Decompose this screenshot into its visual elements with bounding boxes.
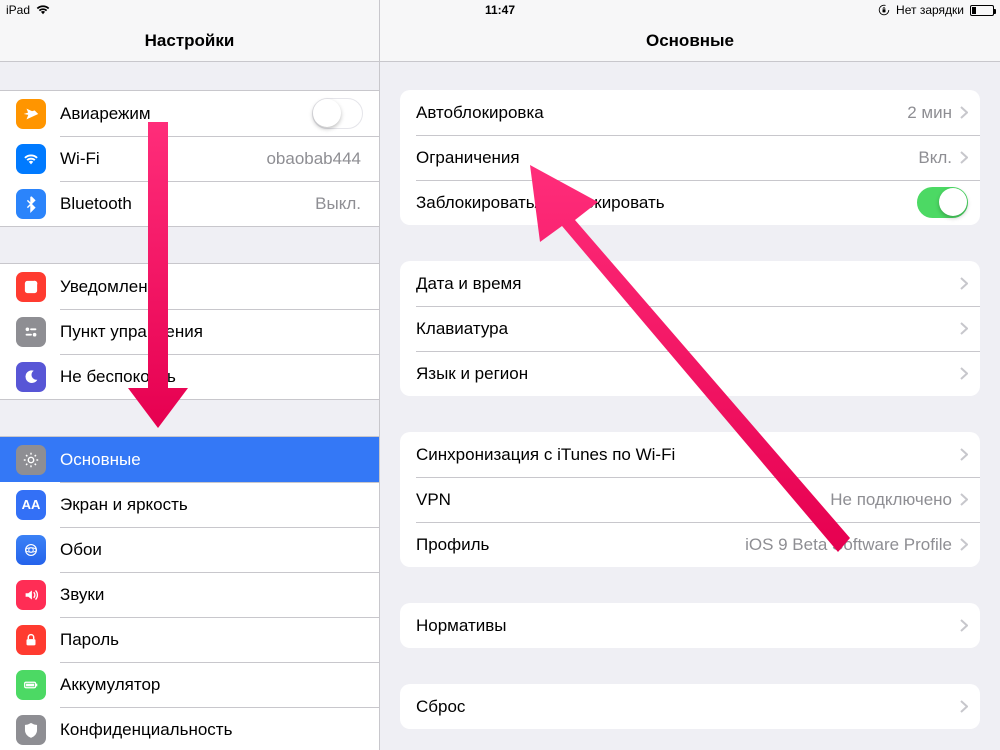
detail-title: Основные [646,31,734,51]
control-center-icon [16,317,46,347]
rotation-lock-icon [878,4,890,16]
row-label: Нормативы [416,616,960,636]
row-reset[interactable]: Сброс [400,684,980,729]
status-bar: iPad 11:47 Нет зарядки [0,0,1000,20]
row-autolock[interactable]: Автоблокировка 2 мин [400,90,980,135]
sidebar-item-passcode[interactable]: Пароль [0,617,379,662]
row-label: Дата и время [416,274,960,294]
row-lock-unlock[interactable]: Заблокировать/разблокировать [400,180,980,225]
chevron-right-icon [960,493,968,506]
dnd-icon [16,362,46,392]
row-label: Ограничения [416,148,918,168]
sidebar-item-label: Уведомления [60,277,363,297]
sidebar-item-dnd[interactable]: Не беспокоить [0,354,379,399]
charging-label: Нет зарядки [896,3,964,17]
wifi-value: obaobab444 [266,149,361,169]
bluetooth-icon [16,189,46,219]
sidebar-item-label: Авиарежим [60,104,298,124]
row-value: Вкл. [918,148,952,168]
wallpaper-icon [16,535,46,565]
display-icon: AA [16,490,46,520]
bluetooth-value: Выкл. [315,194,361,214]
battery-icon [970,5,994,16]
row-restrictions[interactable]: Ограничения Вкл. [400,135,980,180]
row-label: Автоблокировка [416,103,907,123]
sidebar-item-display[interactable]: AA Экран и яркость [0,482,379,527]
sidebar-item-label: Аккумулятор [60,675,363,695]
row-label: Сброс [416,697,960,717]
sidebar-title: Настройки [145,31,235,51]
row-value: Не подключено [830,490,952,510]
sidebar-item-label: Основные [60,450,363,470]
chevron-right-icon [960,367,968,380]
detail-panel: Основные Автоблокировка 2 мин Ограничени… [380,0,1000,750]
airplane-toggle[interactable] [312,98,363,129]
row-label: Профиль [416,535,745,555]
sidebar-item-wallpaper[interactable]: Обои [0,527,379,572]
chevron-right-icon [960,448,968,461]
sidebar-item-control-center[interactable]: Пункт управления [0,309,379,354]
sidebar-item-label: Обои [60,540,363,560]
sidebar-item-label: Bluetooth [60,194,301,214]
sidebar-item-battery[interactable]: Аккумулятор [0,662,379,707]
wifi-icon [36,5,50,15]
chevron-right-icon [960,106,968,119]
battery-settings-icon [16,670,46,700]
chevron-right-icon [960,538,968,551]
row-vpn[interactable]: VPN Не подключено [400,477,980,522]
row-datetime[interactable]: Дата и время [400,261,980,306]
row-language-region[interactable]: Язык и регион [400,351,980,396]
airplane-icon [16,99,46,129]
sidebar-item-sounds[interactable]: Звуки [0,572,379,617]
row-label: Заблокировать/разблокировать [416,193,917,213]
row-label: VPN [416,490,830,510]
sidebar-item-bluetooth[interactable]: Bluetooth Выкл. [0,181,379,226]
row-value: iOS 9 Beta Software Profile [745,535,952,555]
sidebar-item-label: Пароль [60,630,363,650]
settings-sidebar: Настройки Авиарежим Wi-Fi obaobab444 Blu… [0,0,380,750]
sidebar-item-label: Конфиденциальность [60,720,363,740]
sidebar-item-general[interactable]: Основные [0,437,379,482]
passcode-icon [16,625,46,655]
sidebar-item-label: Звуки [60,585,363,605]
sidebar-item-label: Wi-Fi [60,149,252,169]
sidebar-item-privacy[interactable]: Конфиденциальность [0,707,379,750]
row-keyboard[interactable]: Клавиатура [400,306,980,351]
row-legal[interactable]: Нормативы [400,603,980,648]
chevron-right-icon [960,700,968,713]
clock: 11:47 [485,3,515,17]
row-itunes-sync[interactable]: Синхронизация с iTunes по Wi-Fi [400,432,980,477]
sidebar-item-wifi[interactable]: Wi-Fi obaobab444 [0,136,379,181]
device-label: iPad [6,3,30,17]
chevron-right-icon [960,322,968,335]
chevron-right-icon [960,277,968,290]
sidebar-item-label: Экран и яркость [60,495,363,515]
sidebar-item-label: Не беспокоить [60,367,363,387]
privacy-icon [16,715,46,745]
chevron-right-icon [960,151,968,164]
row-profile[interactable]: Профиль iOS 9 Beta Software Profile [400,522,980,567]
row-label: Язык и регион [416,364,960,384]
notifications-icon [16,272,46,302]
row-label: Синхронизация с iTunes по Wi-Fi [416,445,960,465]
sounds-icon [16,580,46,610]
lock-unlock-toggle[interactable] [917,187,968,218]
row-label: Клавиатура [416,319,960,339]
sidebar-item-airplane[interactable]: Авиарежим [0,91,379,136]
wifi-settings-icon [16,144,46,174]
chevron-right-icon [960,619,968,632]
sidebar-item-notifications[interactable]: Уведомления [0,264,379,309]
row-value: 2 мин [907,103,952,123]
general-icon [16,445,46,475]
sidebar-item-label: Пункт управления [60,322,363,342]
